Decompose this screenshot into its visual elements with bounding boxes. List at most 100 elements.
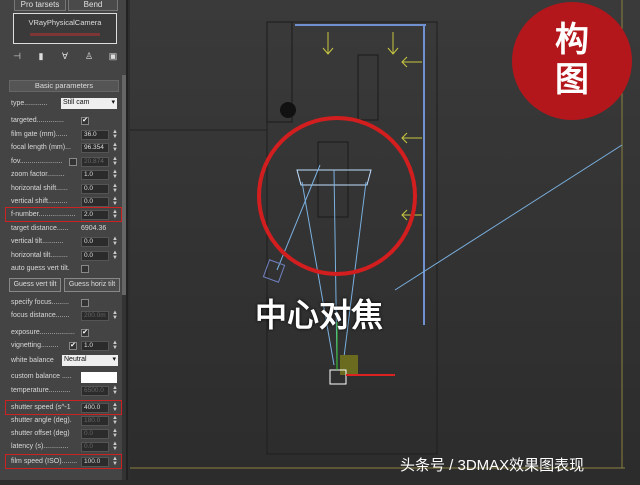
shutter-angle-input[interactable]: 180.0 (81, 416, 109, 426)
type-dropdown[interactable]: Still cam (61, 98, 117, 109)
film-speed-row: film speed (ISO)........ 100.0 ▲ ▼ (11, 456, 119, 468)
focal-length-input[interactable]: 96.354 (81, 143, 109, 153)
fov-input[interactable]: 20.874 (81, 157, 109, 167)
target-distance-label: target distance...... (11, 225, 69, 232)
vertical-tilt-row: vertical tilt........... 0.0 ▲ ▼ (11, 236, 119, 248)
fnumber-input[interactable]: 2.0 (81, 210, 109, 220)
type-label: type............ (11, 100, 48, 107)
focus-distance-label: focus distance....... (11, 312, 70, 319)
targeted-checkbox[interactable]: ✔ (81, 117, 89, 125)
spinner[interactable]: ▲ ▼ (112, 169, 118, 180)
fov-checkbox[interactable] (69, 158, 77, 166)
temperature-input[interactable]: 6500.0 (81, 386, 109, 396)
spinner[interactable]: ▲ ▼ (112, 236, 118, 247)
vignetting-input[interactable]: 1.0 (81, 341, 109, 351)
spinner[interactable]: ▲ ▼ (112, 415, 118, 426)
badge-line-1: 构 (555, 21, 589, 59)
film-gate-row: film gate (mm)...... 36.0 ▲ ▼ (11, 129, 119, 141)
exposure-row: exposure.................. ✔ (11, 328, 119, 339)
shutter-offset-label: shutter offset (deg) (11, 430, 70, 437)
spinner[interactable]: ▲ ▼ (112, 250, 118, 261)
latency-label: latency (s)............. (11, 443, 69, 450)
guess-vert-tilt-button[interactable]: Guess vert tilt (9, 278, 61, 292)
dining-table (317, 141, 349, 218)
vertical-shift-input[interactable]: 0.0 (81, 197, 109, 207)
white-balance-dropdown[interactable]: Neutral (62, 355, 118, 366)
spinner[interactable]: ▲ ▼ (112, 310, 118, 321)
rollout-basic-parameters[interactable]: Basic parameters (9, 80, 119, 92)
spinner[interactable]: ▲ ▼ (112, 385, 118, 396)
make-unique-icon[interactable]: ∀ (58, 51, 72, 62)
vignetting-checkbox[interactable]: ✔ (69, 342, 77, 350)
panel-tabs: ⊣ ▮ ∀ ♙ ▣ (10, 49, 120, 63)
shutter-angle-row: shutter angle (deg). 180.0 ▲ ▼ (11, 415, 119, 427)
fov-label: fov...................... (11, 158, 63, 165)
composition-badge: 构图 (512, 2, 632, 120)
horizontal-shift-input[interactable]: 0.0 (81, 184, 109, 194)
spinner[interactable]: ▲ ▼ (112, 129, 118, 140)
fnumber-label: f-number................... (11, 211, 76, 218)
top-button-1[interactable]: Pro tarsets (14, 0, 66, 11)
watermark: 头条号 / 3DMAX效果图表现 (400, 457, 585, 474)
film-speed-input[interactable]: 100.0 (81, 457, 109, 467)
white-balance-label: white balance (11, 357, 54, 364)
specify-focus-label: specify focus......... (11, 299, 69, 306)
spinner[interactable]: ▲ ▼ (112, 142, 118, 153)
focus-distance-row: focus distance....... 200.0m ▲ ▼ (11, 310, 119, 322)
fridge (357, 54, 379, 121)
spinner[interactable]: ▲ ▼ (112, 196, 118, 207)
focus-distance-input[interactable]: 200.0m (81, 311, 109, 321)
latency-input[interactable]: 0.0 (81, 442, 109, 452)
specify-focus-checkbox[interactable] (81, 299, 89, 307)
shutter-offset-input[interactable]: 0.0 (81, 429, 109, 439)
spinner[interactable]: ▲ ▼ (112, 183, 118, 194)
fnumber-row: f-number................... 2.0 ▲ ▼ (11, 209, 119, 221)
selection-box (340, 355, 358, 375)
spinner[interactable]: ▲ ▼ (112, 209, 118, 220)
vertical-tilt-input[interactable]: 0.0 (81, 237, 109, 247)
spinner[interactable]: ▲ ▼ (112, 156, 118, 167)
temperature-label: temperature........... (11, 387, 71, 394)
auto-guess-row: auto guess vert tilt. (11, 264, 119, 275)
shutter-speed-input[interactable]: 400.0 (81, 403, 109, 413)
guess-horiz-tilt-button[interactable]: Guess horiz tilt (64, 278, 120, 292)
focus-circle (257, 116, 417, 276)
zoom-factor-row: zoom factor......... 1.0 ▲ ▼ (11, 169, 119, 181)
spinner[interactable]: ▲ ▼ (112, 340, 118, 351)
center-focus-caption: 中心对焦 (255, 297, 384, 333)
spinner[interactable]: ▲ ▼ (112, 441, 118, 452)
targeted-row: targeted.............. ✔ (11, 116, 119, 127)
command-panel: Pro tarsets Bend VRayPhysicalCamera ⊣ ▮ … (0, 0, 128, 480)
configure-sets-icon[interactable]: ▣ (106, 51, 120, 62)
panel-scrollbar[interactable] (122, 75, 126, 480)
focal-length-label: focal length (mm)... (11, 144, 71, 151)
vignetting-row: vignetting......... ✔ 1.0 ▲ ▼ (11, 340, 119, 352)
spinner[interactable]: ▲ ▼ (112, 456, 118, 467)
viewport-top[interactable]: 构图 中心对焦 头条号 / 3DMAX效果图表现 (130, 0, 640, 480)
latency-row: latency (s)............. 0.0 ▲ ▼ (11, 441, 119, 453)
custom-balance-label: custom balance ..... (11, 373, 72, 380)
object-name-box[interactable]: VRayPhysicalCamera (13, 13, 117, 44)
shutter-speed-row: shutter speed (s^-1 400.0 ▲ ▼ (11, 402, 119, 414)
custom-balance-swatch[interactable] (81, 372, 117, 383)
spinner[interactable]: ▲ ▼ (112, 402, 118, 413)
shutter-angle-label: shutter angle (deg). (11, 417, 72, 424)
pin-stack-icon[interactable]: ⊣ (10, 51, 24, 62)
exposure-checkbox[interactable]: ✔ (81, 329, 89, 337)
horizontal-tilt-input[interactable]: 0.0 (81, 251, 109, 261)
object-color-swatch (30, 33, 100, 36)
horizontal-tilt-label: horizontal tilt......... (11, 252, 68, 259)
zoom-factor-input[interactable]: 1.0 (81, 170, 109, 180)
target-distance-value: 6904.36 (81, 225, 107, 232)
shutter-offset-row: shutter offset (deg) 0.0 ▲ ▼ (11, 428, 119, 440)
temperature-row: temperature........... 6500.0 ▲ ▼ (11, 385, 119, 397)
remove-modifier-icon[interactable]: ♙ (82, 51, 96, 62)
show-end-result-icon[interactable]: ▮ (34, 51, 48, 62)
horizontal-tilt-row: horizontal tilt......... 0.0 ▲ ▼ (11, 250, 119, 262)
top-button-2[interactable]: Bend (68, 0, 118, 11)
custom-balance-row: custom balance ..... (11, 372, 119, 383)
spinner[interactable]: ▲ ▼ (112, 428, 118, 439)
film-gate-input[interactable]: 36.0 (81, 130, 109, 140)
auto-guess-checkbox[interactable] (81, 265, 89, 273)
fov-row: fov...................... 20.874 ▲ ▼ (11, 156, 119, 168)
